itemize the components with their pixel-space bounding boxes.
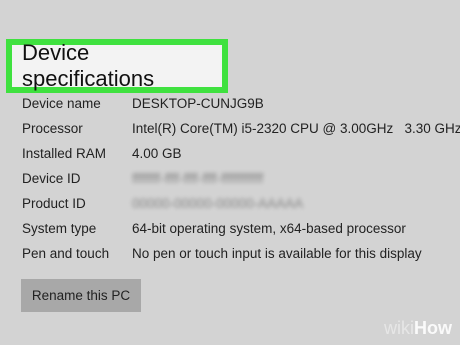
- spec-value: 4.00 GB: [132, 146, 182, 161]
- spec-label: Pen and touch: [22, 246, 110, 261]
- spec-row-installed-ram: Installed RAM 4.00 GB: [22, 146, 460, 166]
- spec-label: Device ID: [22, 171, 81, 186]
- spec-row-device-id: Device ID ffffffff-ffff-ffff-ffff-ffffff…: [22, 171, 460, 191]
- spec-value: No pen or touch input is available for t…: [132, 246, 422, 261]
- spec-row-device-name: Device name DESKTOP-CUNJG9B: [22, 96, 460, 116]
- spec-value-redacted: ffffffff-ffff-ffff-ffff-ffffffffffff: [132, 171, 263, 186]
- spec-label: Product ID: [22, 196, 86, 211]
- spec-row-pen-touch: Pen and touch No pen or touch input is a…: [22, 246, 460, 266]
- highlight-box: Device specifications: [6, 39, 228, 93]
- spec-label: Processor: [22, 121, 83, 136]
- blurred-product-id: 00000-00000-00000-AAAAA: [132, 196, 304, 211]
- wikihow-watermark: wikiHow: [384, 318, 452, 338]
- spec-label: Installed RAM: [22, 146, 107, 161]
- spec-value: Intel(R) Core(TM) i5-2320 CPU @ 3.00GHz …: [132, 121, 460, 136]
- spec-label: System type: [22, 221, 97, 236]
- spec-row-system-type: System type 64-bit operating system, x64…: [22, 221, 460, 241]
- spec-value: 64-bit operating system, x64-based proce…: [132, 221, 406, 236]
- rename-pc-button[interactable]: Rename this PC: [21, 279, 141, 312]
- spec-row-processor: Processor Intel(R) Core(TM) i5-2320 CPU …: [22, 121, 460, 141]
- spec-value: DESKTOP-CUNJG9B: [132, 96, 264, 111]
- spec-label: Device name: [22, 96, 101, 111]
- blurred-device-id: ffffffff-ffff-ffff-ffff-ffffffffffff: [132, 171, 264, 186]
- section-title: Device specifications: [12, 40, 222, 91]
- spec-value-redacted: 00000-00000-00000-AAAAA: [132, 196, 303, 211]
- spec-row-product-id: Product ID 00000-00000-00000-AAAAA: [22, 196, 460, 216]
